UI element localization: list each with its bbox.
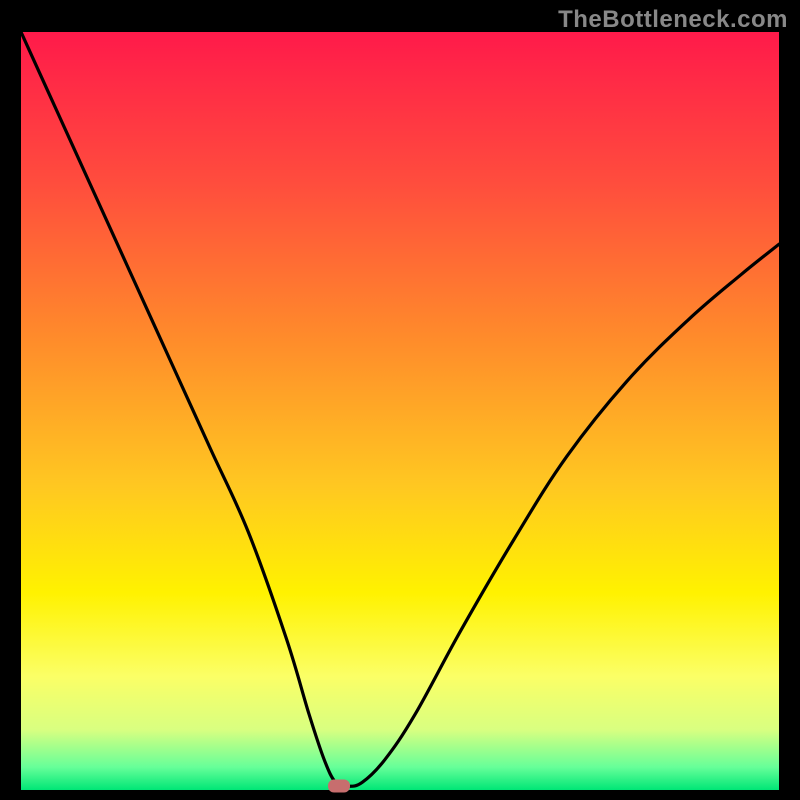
bottleneck-curve	[21, 32, 779, 790]
plot-area	[21, 32, 779, 790]
optimal-marker	[328, 780, 350, 793]
watermark-text: TheBottleneck.com	[558, 6, 788, 34]
chart-container: TheBottleneck.com	[0, 0, 800, 800]
